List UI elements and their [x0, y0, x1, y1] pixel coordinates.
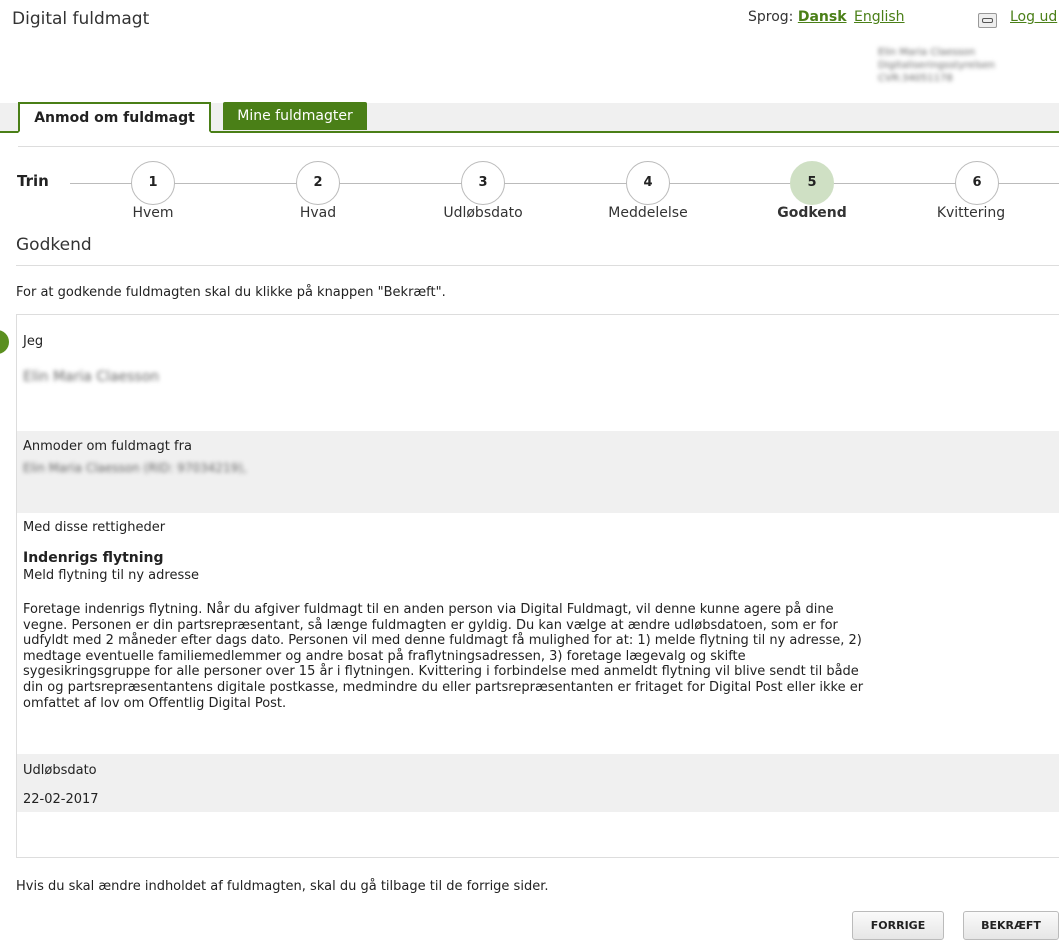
step-5-label: Godkend — [777, 205, 847, 221]
user-organisation: Digitaliseringsstyrelsen — [878, 60, 995, 71]
previous-button[interactable]: FORRIGE — [852, 911, 944, 940]
step-2-label: Hvad — [299, 205, 337, 221]
right-subtitle: Meld flytning til ny adresse — [23, 568, 200, 583]
from-value: Elin Maria Claesson (RID: 97034219), — [23, 461, 247, 475]
step-4-circle: 4 — [626, 161, 670, 205]
step-5-circle: 5 — [790, 161, 834, 205]
key-icon[interactable] — [978, 13, 997, 28]
right-description: Foretage indenrigs flytning. Når du afgi… — [23, 602, 864, 711]
right-title: Indenrigs flytning — [23, 550, 164, 566]
divider — [16, 265, 1059, 266]
jeg-label: Jeg — [23, 334, 44, 349]
section-heading: Godkend — [16, 235, 92, 255]
instruction-text: For at godkende fuldmagten skal du klikk… — [16, 285, 446, 300]
step-3-circle: 3 — [461, 161, 505, 205]
steps-line — [70, 183, 1059, 184]
user-info: Elin Maria Claesson Digitaliseringsstyre… — [878, 46, 995, 85]
expiry-label: Udløbsdato — [23, 763, 97, 778]
confirm-button[interactable]: BEKRÆFT — [963, 911, 1059, 940]
language-english-link[interactable]: English — [854, 9, 905, 25]
language-switcher: Sprog: Dansk English — [748, 9, 905, 25]
summary-row-bg — [17, 754, 1059, 812]
language-danish-link[interactable]: Dansk — [798, 9, 847, 25]
step-4-label: Meddelelse — [608, 205, 688, 221]
expiry-value: 22-02-2017 — [23, 792, 99, 807]
logout-link[interactable]: Log ud — [1010, 9, 1057, 25]
divider — [18, 146, 1059, 147]
rights-label: Med disse rettigheder — [23, 520, 166, 535]
footer-note: Hvis du skal ændre indholdet af fuldmagt… — [16, 879, 549, 894]
jeg-value: Elin Maria Claesson — [23, 369, 160, 385]
from-label: Anmoder om fuldmagt fra — [23, 439, 192, 454]
user-name: Elin Maria Claesson — [878, 47, 976, 58]
step-1-label: Hvem — [132, 205, 174, 221]
app-title: Digital fuldmagt — [12, 9, 150, 29]
step-2-circle: 2 — [296, 161, 340, 205]
user-cvr: CVR:34051178 — [878, 73, 953, 84]
language-label: Sprog: — [748, 9, 794, 25]
tab-my-proxies[interactable]: Mine fuldmagter — [223, 102, 367, 130]
step-6-circle: 6 — [955, 161, 999, 205]
tab-request-proxy[interactable]: Anmod om fuldmagt — [18, 102, 211, 133]
step-3-label: Udløbsdato — [443, 205, 523, 221]
step-6-label: Kvittering — [936, 205, 1006, 221]
indicator-dot-icon — [0, 330, 9, 354]
step-1-circle: 1 — [131, 161, 175, 205]
steps-label: Trin — [17, 172, 49, 190]
